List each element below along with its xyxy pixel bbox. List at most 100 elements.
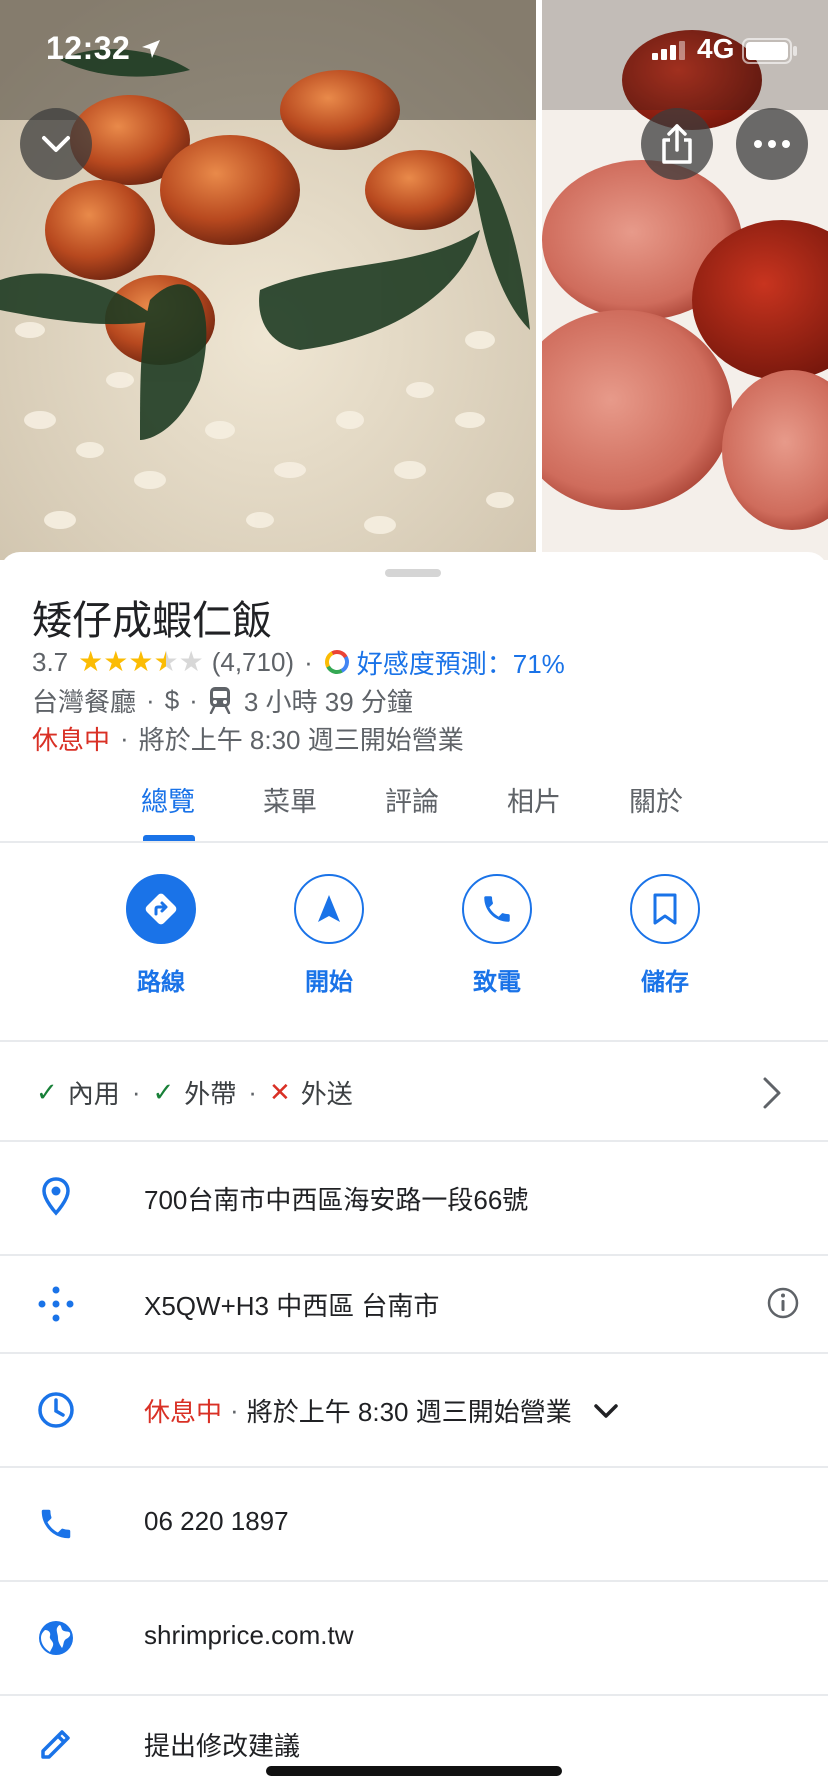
divider [0,1040,828,1042]
star-empty-icon: ★ [178,646,204,677]
share-button[interactable] [641,108,713,180]
save-button-circle[interactable] [630,874,700,944]
separator: · [146,684,155,715]
separator: · [131,1076,141,1107]
separator: · [304,646,313,677]
tab-reviews[interactable]: 評論 [385,780,439,819]
open-status: 休息中 [32,724,111,755]
divider [0,841,828,843]
separator: · [120,722,129,753]
info-icon [767,1287,799,1319]
chevron-down-icon [42,136,70,152]
directions-button-circle[interactable] [126,874,196,944]
status-time: 12:32 [46,30,131,66]
photo-carousel[interactable]: 12:32 4G [0,0,828,560]
hours-detail: 將於上午 8:30 週三開始營業 [246,1397,572,1427]
call-label: 致電 [473,969,521,996]
location-arrow-icon [140,38,162,65]
directions-label: 路線 [137,969,185,996]
phone-icon [36,1504,76,1544]
plus-code-text: X5QW+H3 中西區 台南市 [144,1291,440,1321]
plus-code-icon [36,1284,76,1324]
rating-stars: ★ ★ ★ ★ ★ [78,648,204,676]
phone-number: 06 220 1897 [144,1506,289,1536]
hours-text: 休息中 · 將於上午 8:30 週三開始營業 [144,1392,620,1429]
separator: · [248,1076,257,1107]
separator: · [230,1395,239,1425]
service-takeout: 外帶 [184,1078,237,1109]
pencil-icon [36,1724,76,1764]
star-icon: ★ [103,646,129,677]
opening-time: 將於上午 8:30 週三開始營業 [138,724,464,755]
share-icon [662,124,692,164]
hours-status: 休息中 [144,1397,223,1427]
cross-icon: ✕ [268,1076,291,1107]
start-button-circle[interactable] [294,874,364,944]
chevron-down-icon[interactable] [592,1401,620,1421]
more-horizontal-icon [754,140,790,148]
place-name: 矮仔成蝦仁飯 [32,599,272,643]
service-options: ✓ 內用 · ✓ 外帶 · ✕ 外送 [36,1044,353,1140]
location-pin-icon [36,1176,76,1216]
hours-summary: 休息中 · 將於上午 8:30 週三開始營業 [32,720,464,756]
address-text: 700台南市中西區海安路一段66號 [144,1185,529,1215]
plus-code-row[interactable]: X5QW+H3 中西區 台南市 [0,1256,828,1352]
star-icon: ★ [78,646,104,677]
place-sheet: 矮仔成蝦仁飯 3.7 ★ ★ ★ ★ ★ (4,710) · 好感度預測：71%… [0,552,828,1792]
call-button-circle[interactable] [462,874,532,944]
collapse-button[interactable] [20,108,92,180]
check-icon: ✓ [152,1076,175,1107]
action-buttons: 路線 開始 致電 儲存 [0,844,828,1010]
price-level: $ [164,684,180,715]
tab-bar: 總覽 菜單 評論 相片 關於 [0,780,828,826]
website-link[interactable]: shrimprice.com.tw [144,1620,353,1651]
tab-overview[interactable]: 總覽 [141,780,195,819]
phone-icon [484,896,510,922]
separator: · [189,684,198,715]
more-options-button[interactable] [736,108,808,180]
save-button[interactable]: 儲存 [605,874,725,997]
bookmark-icon [653,893,677,925]
train-icon [209,687,231,714]
review-count[interactable]: (4,710) [212,647,294,678]
category-line: 台灣餐廳 · $ · 3 小時 39 分鐘 [32,682,413,718]
star-half-icon: ★ [153,646,179,677]
drag-handle[interactable] [385,569,441,577]
suggest-edit-row[interactable]: 提出修改建議 [0,1696,828,1792]
service-dine-in: 內用 [67,1078,120,1109]
clock-icon [36,1390,76,1430]
google-logo-icon [324,650,349,674]
star-icon: ★ [128,646,154,677]
tab-photos[interactable]: 相片 [507,780,561,819]
start-button[interactable]: 開始 [269,874,389,997]
check-icon: ✓ [36,1076,58,1107]
save-label: 儲存 [641,969,689,996]
hours-row[interactable]: 休息中 · 將於上午 8:30 週三開始營業 [0,1354,828,1466]
battery-icon [742,38,798,69]
service-delivery: 外送 [300,1078,353,1109]
tab-about[interactable]: 關於 [629,780,683,819]
navigation-icon [318,895,340,922]
website-row[interactable]: shrimprice.com.tw [0,1582,828,1694]
place-category: 台灣餐廳 [32,686,137,717]
chevron-right-icon [763,1077,781,1109]
directions-icon [145,893,177,925]
call-button[interactable]: 致電 [437,874,557,997]
tab-menu[interactable]: 菜單 [263,780,317,819]
service-options-row[interactable]: ✓ 內用 · ✓ 外帶 · ✕ 外送 [0,1044,828,1140]
home-indicator[interactable] [266,1766,562,1776]
start-label: 開始 [305,969,353,996]
network-type: 4G [697,33,735,64]
rating-value: 3.7 [32,646,69,677]
signal-icon [652,40,688,65]
address-row[interactable]: 700台南市中西區海安路一段66號 [0,1142,828,1254]
rating-line: 3.7 ★ ★ ★ ★ ★ (4,710) · 好感度預測：71% [32,644,565,680]
status-bar: 12:32 4G [0,0,828,100]
info-button[interactable] [766,1286,800,1325]
globe-icon [36,1618,76,1658]
transit-time: 3 小時 39 分鐘 [243,686,413,717]
suggest-edit-text: 提出修改建議 [144,1731,301,1761]
directions-button[interactable]: 路線 [101,874,221,997]
phone-row[interactable]: 06 220 1897 [0,1468,828,1580]
match-score[interactable]: 好感度預測：71% [357,644,565,681]
